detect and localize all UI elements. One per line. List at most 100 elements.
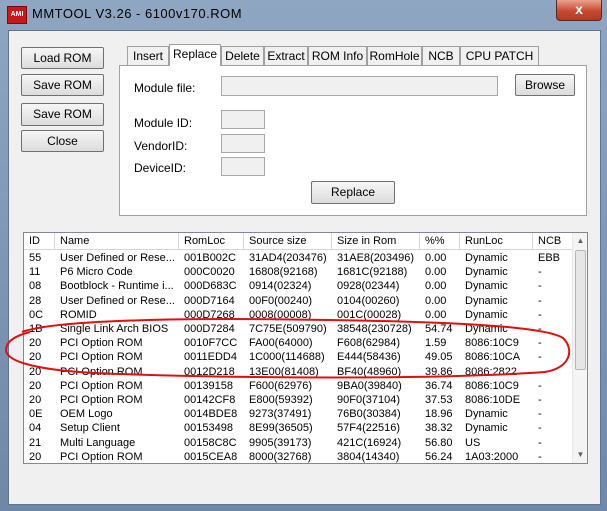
device-id-label: DeviceID: xyxy=(134,161,187,175)
cell-romloc: 001B002C xyxy=(184,252,236,264)
tab-cpu-patch[interactable]: CPU PATCH xyxy=(460,46,539,65)
save-rom-button[interactable]: Save ROM xyxy=(21,74,104,96)
cell-size-in-rom: 0928(02344) xyxy=(337,280,400,293)
cell-runloc: Dynamic xyxy=(465,280,508,293)
table-row[interactable]: 20 PCI Option ROM 0010F7CC FA00(64000) F608(… xyxy=(24,336,574,350)
cell-runloc: Dynamic xyxy=(465,266,508,279)
cell-percent: 18.96 xyxy=(425,408,453,421)
close-button[interactable]: Close xyxy=(21,130,104,152)
table-row[interactable]: 20 PCI Option ROM 0012D218 13E00(81408) BF40… xyxy=(24,365,574,379)
tab-insert[interactable]: Insert xyxy=(127,46,169,65)
scroll-down-icon[interactable]: ▼ xyxy=(573,447,587,462)
table-row[interactable]: 28 User Defined or Rese... 000D7164 00F0(00… xyxy=(24,294,574,308)
save-rom-as-button[interactable]: Save ROM as.. xyxy=(21,103,104,142)
cell-romloc: 0015CEA8 xyxy=(184,450,238,463)
cell-runloc: 8086:10C9 xyxy=(465,379,519,392)
table-row[interactable]: 0C ROMID 000D7268 0008(00008) 001C(00028) 0.0… xyxy=(24,308,574,322)
cell-percent: 0.00 xyxy=(425,266,447,279)
col-header-name[interactable]: Name xyxy=(55,233,179,250)
cell-source-size: 0008(00008) xyxy=(249,308,312,321)
table-row[interactable]: 55 User Defined or Rese... 001B002C 31AD4(2… xyxy=(24,251,574,265)
table-row[interactable]: 21 Multi Language 00158C8C 9905(39173) 421C(… xyxy=(24,436,574,450)
col-header-runloc[interactable]: RunLoc xyxy=(460,233,533,250)
replace-button[interactable]: Replace xyxy=(311,181,395,204)
replace-panel: Module file: Browse Module ID: VendorID:… xyxy=(119,65,587,216)
table-row[interactable]: 08 Bootblock - Runtime i... 000D683C 0914(0… xyxy=(24,279,574,293)
cell-romloc: 00139158 xyxy=(184,379,233,392)
cell-romloc: 000C0020 xyxy=(184,266,235,279)
vendor-id-field[interactable] xyxy=(221,134,265,153)
cell-source-size: 0914(02324) xyxy=(249,280,312,293)
cell-name: Bootblock - Runtime i... xyxy=(60,280,174,293)
cell-ncb: - xyxy=(538,365,542,378)
cell-size-in-rom: 38548(230728) xyxy=(337,323,412,335)
cell-id: 1B xyxy=(29,323,43,335)
cell-runloc: 8086:10CA xyxy=(465,351,521,364)
cell-percent: 36.74 xyxy=(425,379,453,392)
col-header-ncb[interactable]: NCB xyxy=(533,233,573,250)
cell-id: 0E xyxy=(29,408,43,421)
tab-rom-info[interactable]: ROM Info xyxy=(308,46,367,65)
table-row[interactable]: 11 P6 Micro Code 000C0020 16808(92168) 1681C… xyxy=(24,265,574,279)
cell-romloc: 0010F7CC xyxy=(184,337,238,350)
col-header-size-in-rom[interactable]: Size in Rom xyxy=(332,233,420,250)
cell-id: 04 xyxy=(29,422,42,435)
scroll-up-icon[interactable]: ▲ xyxy=(573,233,587,248)
col-header-romloc[interactable]: RomLoc xyxy=(179,233,244,250)
cell-romloc: 000D7268 xyxy=(184,308,235,321)
cell-runloc: Dynamic xyxy=(465,294,508,307)
module-file-field[interactable] xyxy=(221,76,498,96)
tab-delete[interactable]: Delete xyxy=(221,46,264,65)
cell-size-in-rom: 0104(00260) xyxy=(337,294,400,307)
device-id-field[interactable] xyxy=(221,157,265,176)
table-row[interactable]: 20 PCI Option ROM 00142CF8 E800(59392) 90F0(… xyxy=(24,393,574,407)
cell-ncb: - xyxy=(538,422,542,435)
cell-ncb: - xyxy=(538,436,542,449)
cell-name: PCI Option ROM xyxy=(60,337,143,350)
client-area: Load ROM Save ROM Save ROM as.. Close In… xyxy=(8,30,601,505)
cell-id: 28 xyxy=(29,294,42,307)
cell-size-in-rom: E444(58436) xyxy=(337,351,401,364)
title-bar[interactable]: AMI MMTOOL V3.26 - 6100v170.ROM x xyxy=(0,0,607,30)
vertical-scrollbar[interactable]: ▲ ▼ xyxy=(572,233,587,463)
cell-source-size: F600(62976) xyxy=(249,379,312,392)
cell-runloc: 8086:10DE xyxy=(465,394,521,406)
cell-runloc: Dynamic xyxy=(465,252,508,264)
browse-button[interactable]: Browse xyxy=(515,74,575,96)
module-table[interactable]: ID Name RomLoc Source size Size in Rom %… xyxy=(23,232,588,464)
cell-romloc: 00158C8C xyxy=(184,436,237,449)
table-row[interactable]: 20 PCI Option ROM 0015CEA8 8000(32768) 3804(… xyxy=(24,450,574,463)
cell-ncb: - xyxy=(538,294,542,307)
cell-percent: 39.86 xyxy=(425,365,453,378)
cell-runloc: 8086:10C9 xyxy=(465,337,519,350)
table-row[interactable]: 20 PCI Option ROM 0011EDD4 1C000(114688) E44… xyxy=(24,350,574,364)
cell-id: 20 xyxy=(29,365,42,378)
table-row[interactable]: 04 Setup Client 00153498 8E99(36505) 57F4(22… xyxy=(24,421,574,435)
cell-romloc: 000D683C xyxy=(184,280,237,293)
load-rom-button[interactable]: Load ROM xyxy=(21,47,104,69)
cell-id: 20 xyxy=(29,379,42,392)
tab-ncb[interactable]: NCB xyxy=(422,46,460,65)
cell-ncb: - xyxy=(538,337,542,350)
cell-ncb: - xyxy=(538,450,542,463)
cell-name: User Defined or Rese... xyxy=(60,294,175,307)
cell-romloc: 00153498 xyxy=(184,422,233,435)
col-header-id[interactable]: ID xyxy=(24,233,55,250)
cell-size-in-rom: 76B0(30384) xyxy=(337,408,401,421)
col-header-source-size[interactable]: Source size xyxy=(244,233,332,250)
table-row[interactable]: 0E OEM Logo 0014BDE8 9273(37491) 76B0(30384)… xyxy=(24,407,574,421)
cell-source-size: 9273(37491) xyxy=(249,408,312,421)
table-row[interactable]: 20 PCI Option ROM 00139158 F600(62976) 9BA0(… xyxy=(24,379,574,393)
table-row[interactable]: 1B Single Link Arch BIOS 000D7284 7C75E(509… xyxy=(24,322,574,336)
module-id-field[interactable] xyxy=(221,110,265,129)
cell-id: 55 xyxy=(29,252,42,264)
tab-replace[interactable]: Replace xyxy=(169,44,221,66)
cell-name: Multi Language xyxy=(60,436,136,449)
tab-extract[interactable]: Extract xyxy=(264,46,308,65)
cell-id: 20 xyxy=(29,337,42,350)
tab-romhole[interactable]: RomHole xyxy=(367,46,422,65)
scroll-thumb[interactable] xyxy=(575,250,586,370)
cell-name: P6 Micro Code xyxy=(60,266,133,279)
col-header-percent[interactable]: %% xyxy=(420,233,460,250)
window-close-button[interactable]: x xyxy=(556,0,602,21)
